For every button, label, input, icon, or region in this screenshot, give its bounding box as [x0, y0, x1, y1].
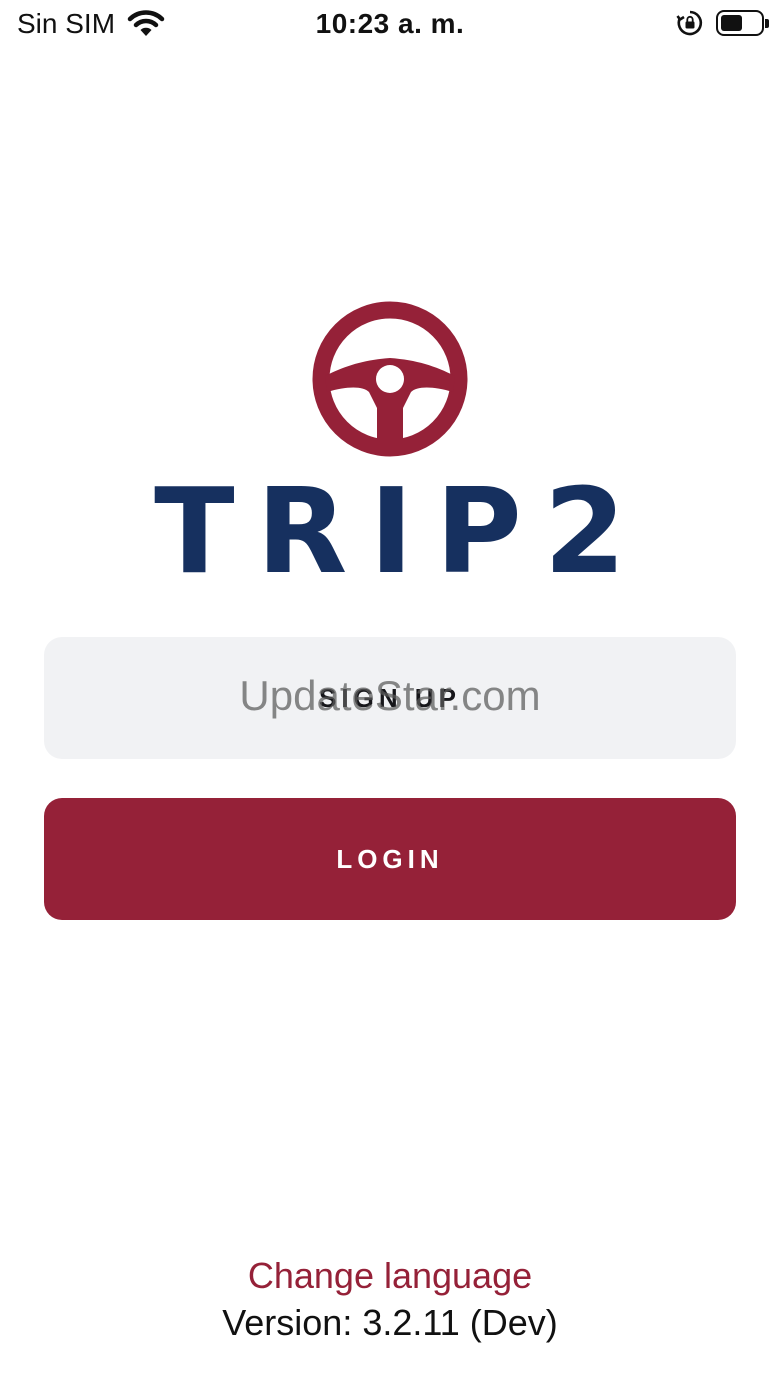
login-button-label: LOGIN	[336, 843, 444, 874]
login-button[interactable]: LOGIN	[44, 798, 736, 920]
signup-button-label: SIGN UP	[319, 682, 461, 713]
status-bar: Sin SIM 10:23 a. m.	[0, 0, 780, 52]
battery-tip	[765, 19, 769, 28]
steering-wheel-icon	[312, 301, 468, 457]
status-time: 10:23 a. m.	[315, 8, 465, 39]
app-logo: TRIP2	[0, 300, 780, 590]
signup-button[interactable]: SIGN UP	[44, 637, 736, 759]
version-label: Version: 3.2.11 (Dev)	[222, 1302, 558, 1343]
change-language-link[interactable]: Change language	[0, 1255, 780, 1297]
wordmark: TRIP2	[154, 462, 648, 600]
battery-fill	[721, 15, 742, 31]
battery-icon	[716, 10, 769, 36]
status-right	[676, 9, 769, 37]
rotation-lock-icon	[676, 10, 703, 36]
